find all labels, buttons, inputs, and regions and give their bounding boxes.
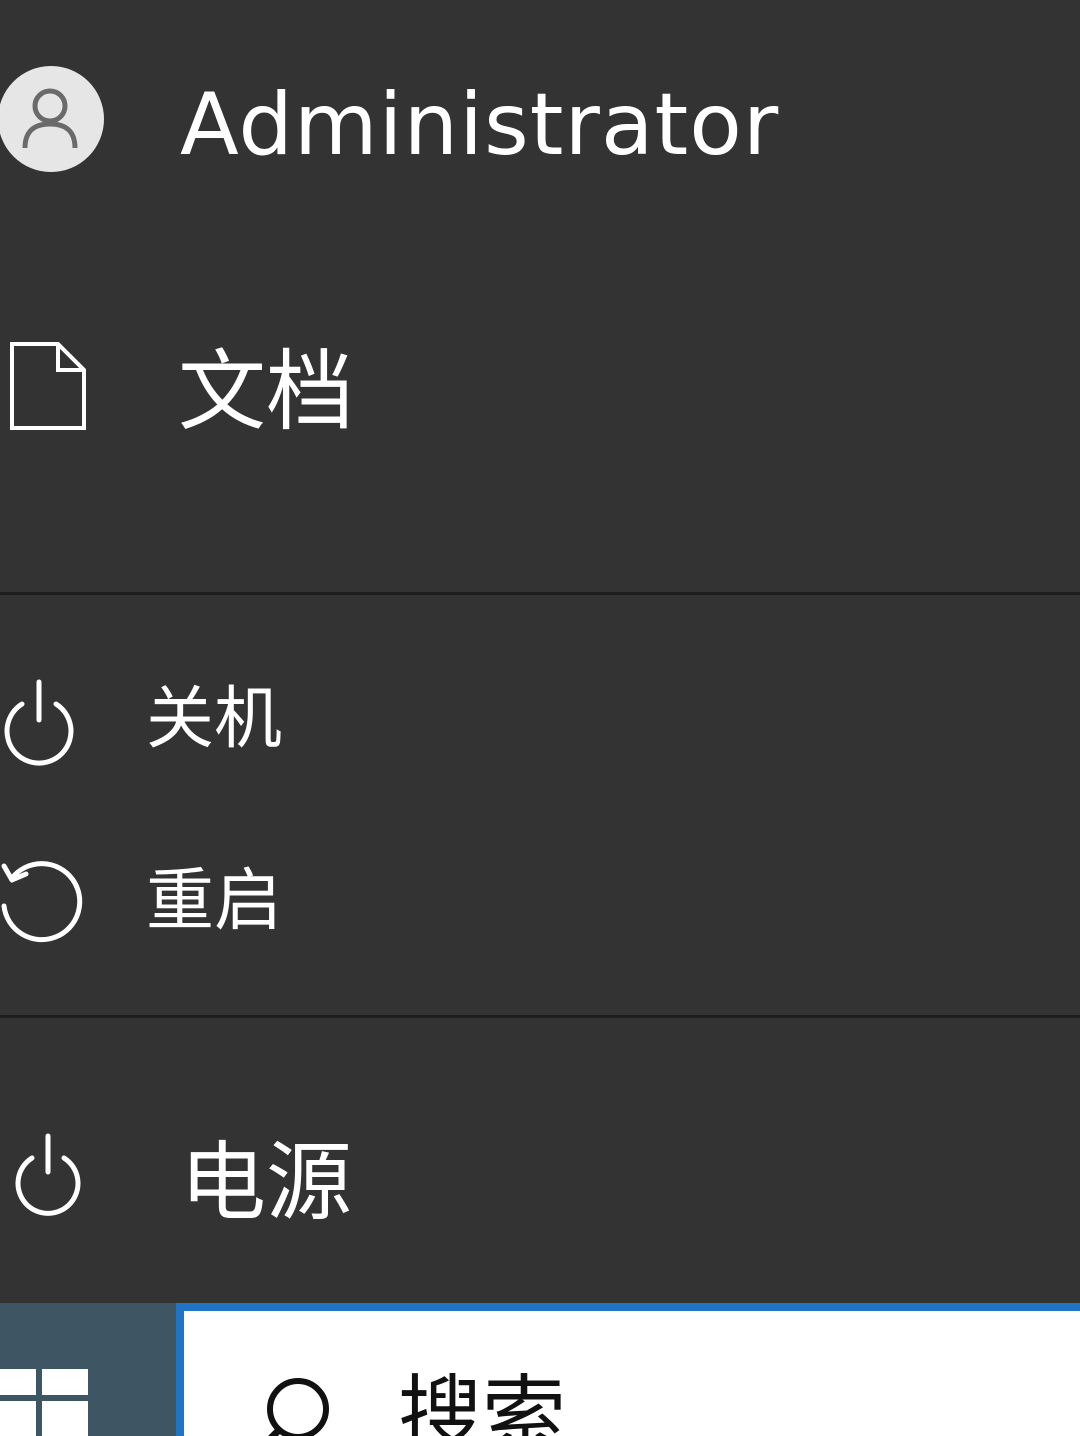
restart-icon [0, 856, 86, 952]
menu-divider [0, 1015, 1080, 1018]
menu-divider [0, 592, 1080, 595]
user-avatar-icon [0, 66, 104, 172]
restart-label: 重启 [146, 862, 283, 941]
documents-label: 文档 [178, 340, 355, 443]
power-label: 电源 [180, 1133, 352, 1233]
shutdown-item[interactable]: 关机 [0, 650, 1080, 790]
windows-logo-icon [0, 1369, 92, 1436]
document-icon [8, 340, 88, 436]
power-icon [6, 1130, 90, 1220]
search-icon [254, 1373, 334, 1436]
power-icon [0, 674, 84, 770]
taskbar: 搜索 [0, 1303, 1080, 1436]
start-menu: Administrator 文档 关机 重启 电源 搜索 [0, 0, 1080, 1436]
search-input[interactable]: 搜索 [176, 1303, 1080, 1436]
shutdown-label: 关机 [146, 680, 283, 759]
user-account-item[interactable]: Administrator [0, 40, 1080, 210]
start-button[interactable] [0, 1303, 176, 1436]
search-placeholder: 搜索 [398, 1366, 567, 1436]
documents-item[interactable]: 文档 [0, 300, 1080, 470]
restart-item[interactable]: 重启 [0, 830, 1080, 970]
power-item[interactable]: 电源 [0, 1100, 1080, 1270]
user-name-label: Administrator [180, 75, 780, 175]
